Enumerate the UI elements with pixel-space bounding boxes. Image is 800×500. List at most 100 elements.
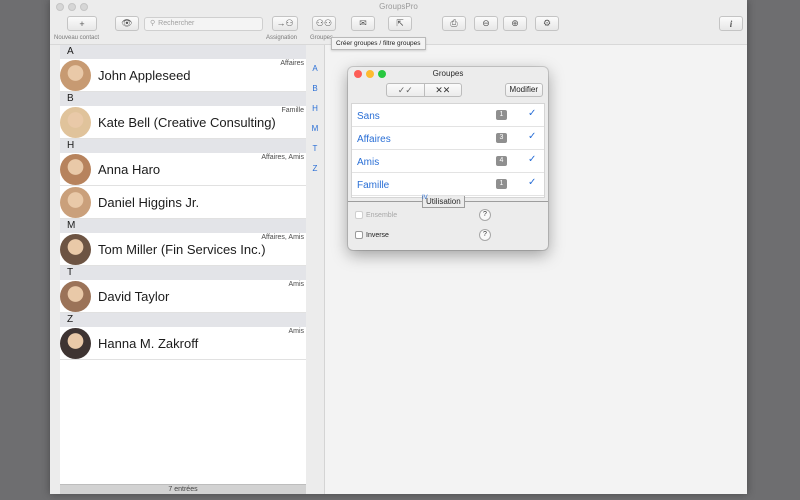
assignation-button[interactable]: →⚇ (272, 16, 298, 31)
zoom-in-icon: ⊕ (511, 18, 519, 28)
printer-icon: ⎙ (450, 18, 458, 28)
contact-avatar (60, 60, 91, 91)
contact-name: Tom Miller (Fin Services Inc.) (98, 242, 266, 257)
group-name: Famille (357, 180, 390, 191)
gear-icon: ⚙ (542, 18, 552, 28)
select-all-button[interactable]: ✓✓ (387, 84, 424, 96)
contact-row[interactable]: Kate Bell (Creative Consulting) Famille (60, 106, 306, 139)
visibility-button[interactable]: 👁 (115, 16, 139, 31)
index-letter[interactable]: B (310, 85, 320, 105)
group-list: Sans 1 ✓ Affaires 3 ✓ Amis 4 ✓ Famille 1 ✓ (351, 103, 545, 198)
checkmark-icon[interactable]: ✓ (528, 177, 536, 188)
envelope-icon: ✉ (359, 18, 367, 28)
contact-avatar (60, 187, 91, 218)
index-letter[interactable]: M (310, 125, 320, 145)
groups-button[interactable]: ⚇⚇ (312, 16, 336, 31)
new-contact-label: Nouveau contact (54, 35, 100, 41)
palette-close-button[interactable] (354, 70, 362, 78)
contact-avatar (60, 234, 91, 265)
eye-icon: 👁 (121, 18, 133, 28)
zoom-in-button[interactable]: ⊕ (503, 16, 527, 31)
group-count-badge: 1 (496, 110, 507, 120)
contact-name: Anna Haro (98, 162, 161, 177)
checkmark-icon[interactable]: ✓ (528, 108, 536, 119)
ensemble-label: Ensemble (366, 211, 398, 219)
ensemble-checkbox[interactable] (355, 211, 363, 219)
contact-list-body: A John Appleseed Affaires B Kate Bell (Creat… (60, 45, 306, 360)
section-header: T (60, 266, 306, 280)
assignation-label: Assignation (266, 35, 298, 41)
index-letter[interactable]: T (310, 145, 320, 165)
search-icon: ⚲ (150, 20, 156, 27)
search-placeholder: Rechercher (158, 20, 195, 27)
info-button[interactable]: i (719, 16, 743, 31)
group-name: Sans (357, 111, 380, 122)
contact-row[interactable]: David Taylor Amis (60, 280, 306, 313)
index-letter[interactable]: Z (310, 165, 320, 185)
share-icon: ⇱ (396, 18, 404, 28)
usage-marker: IV (422, 195, 428, 201)
contact-groups: Famille (281, 107, 304, 114)
contact-avatar (60, 328, 91, 359)
palette-minimize-button[interactable] (366, 70, 374, 78)
contact-avatar (60, 107, 91, 138)
settings-button[interactable]: ⚙ (535, 16, 559, 31)
option-inverse[interactable]: Inverse (355, 231, 389, 239)
group-count-badge: 4 (496, 156, 507, 166)
export-button[interactable]: ⇱ (388, 16, 412, 31)
minimize-window-button[interactable] (68, 3, 76, 11)
option-ensemble[interactable]: Ensemble (355, 211, 397, 219)
search-input[interactable]: ⚲ Rechercher (144, 17, 263, 31)
group-name: Amis (357, 157, 380, 168)
contact-name: David Taylor (98, 289, 170, 304)
contact-name: John Appleseed (98, 68, 191, 83)
inverse-checkbox[interactable] (355, 231, 363, 239)
contact-row[interactable]: Anna Haro Affaires, Amis (60, 153, 306, 186)
index-letter[interactable]: H (310, 105, 320, 125)
print-button[interactable]: ⎙ (442, 16, 466, 31)
contact-row[interactable]: John Appleseed Affaires (60, 59, 306, 92)
groups-palette: Groupes ✓✓ ✕✕ Modifier Sans 1 ✓ Affaires 3 ✓ A… (348, 67, 548, 250)
usage-tab[interactable]: Utilisation (422, 196, 465, 208)
contact-groups: Amis (288, 328, 304, 335)
people-icon: ⚇⚇ (315, 18, 333, 28)
index-letter[interactable]: A (310, 65, 320, 85)
modify-button[interactable]: Modifier (504, 83, 543, 97)
contact-avatar (60, 281, 91, 312)
contact-row[interactable]: Daniel Higgins Jr. (60, 186, 306, 219)
zoom-window-button[interactable] (80, 3, 88, 11)
section-header: Z (60, 313, 306, 327)
section-header: M (60, 219, 306, 233)
group-row[interactable]: Sans 1 ✓ (352, 104, 544, 127)
new-contact-button[interactable]: + (67, 16, 97, 31)
alphabet-index: ABHMTZ (310, 65, 320, 185)
email-button[interactable]: ✉ (351, 16, 375, 31)
contact-list: A John Appleseed Affaires B Kate Bell (Creat… (60, 45, 306, 494)
contact-name: Hanna M. Zakroff (98, 336, 199, 351)
group-name: Affaires (357, 134, 391, 145)
checkmark-icon[interactable]: ✓ (528, 154, 536, 165)
group-count-badge: 3 (496, 133, 507, 143)
close-window-button[interactable] (56, 3, 64, 11)
selection-segmented-control: ✓✓ ✕✕ (386, 83, 462, 97)
palette-title-bar: Groupes (348, 67, 548, 81)
group-row[interactable]: Affaires 3 ✓ (352, 127, 544, 150)
contact-row[interactable]: Hanna M. Zakroff Amis (60, 327, 306, 360)
assign-arrow-icon: →⚇ (276, 18, 294, 28)
contact-name: Daniel Higgins Jr. (98, 195, 200, 210)
entries-count: 7 entrées (60, 484, 306, 494)
contact-avatar (60, 154, 91, 185)
zoom-out-button[interactable]: ⊖ (474, 16, 498, 31)
window-title: GroupsPro (379, 2, 418, 11)
palette-toolbar: ✓✓ ✕✕ Modifier (348, 81, 548, 99)
palette-zoom-button[interactable] (378, 70, 386, 78)
group-row[interactable]: Amis 4 ✓ (352, 150, 544, 173)
ensemble-help-button[interactable]: ? (479, 209, 491, 221)
inverse-help-button[interactable]: ? (479, 229, 491, 241)
section-header: B (60, 92, 306, 106)
checkmark-icon[interactable]: ✓ (528, 131, 536, 142)
groups-tooltip: Créer groupes / filtre groupes (331, 37, 426, 50)
group-row[interactable]: Famille 1 ✓ (352, 173, 544, 196)
deselect-all-button[interactable]: ✕✕ (423, 84, 462, 96)
contact-row[interactable]: Tom Miller (Fin Services Inc.) Affaires, … (60, 233, 306, 266)
